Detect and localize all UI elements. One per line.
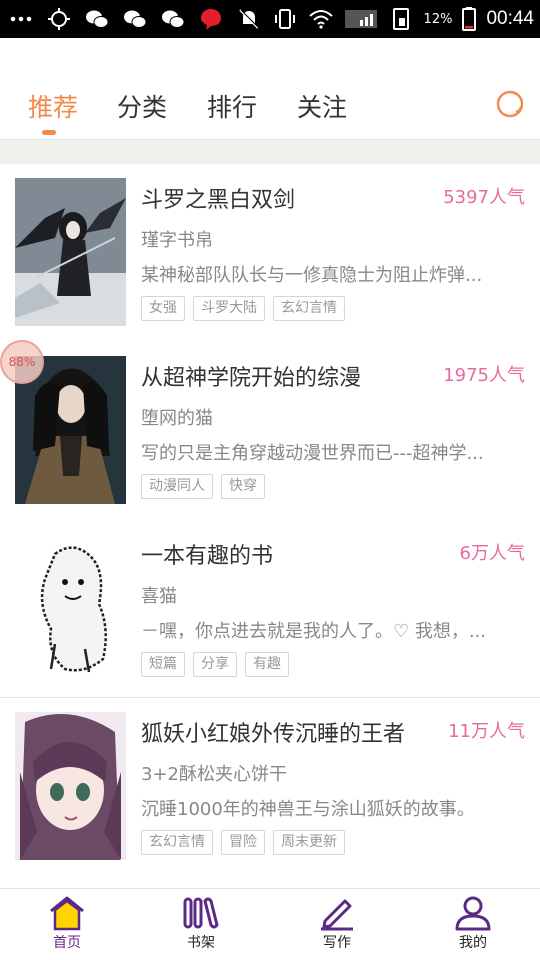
status-bar: 12% 00:44 [0,0,540,38]
search-icon[interactable] [494,88,528,122]
tag[interactable]: 斗罗大陆 [193,296,265,321]
book-description: 沉睡1000年的神兽王与涂山狐妖的故事。 [141,799,475,820]
book-description: －嘿，你点进去就是我的人了。♡ 我想，... [141,621,487,642]
tag[interactable]: 周末更新 [273,830,345,855]
wifi-icon [308,10,333,29]
tab-following[interactable]: 关注 [297,88,347,128]
divider-strip [0,140,540,164]
sim-icon [392,8,409,30]
popularity-count: 11万人气 [448,721,525,742]
book-author[interactable]: 3+2酥松夹心饼干 [141,760,287,786]
tag[interactable]: 快穿 [221,474,265,499]
dots-icon [10,16,32,22]
tab-category[interactable]: 分类 [117,88,167,128]
tag[interactable]: 玄幻言情 [273,296,345,321]
book-description: 某神秘部队队长与一修真隐士为阻止炸弹... [141,265,483,286]
book-item[interactable]: 狐妖小红娘外传沉睡的王者 11万人气 3+2酥松夹心饼干 沉睡1000年的神兽王… [0,698,540,876]
tag[interactable]: 冒险 [221,830,265,855]
book-item[interactable]: 从超神学院开始的综漫 1975人气 堕网的猫 写的只是主角穿越动漫世界而已---… [0,342,540,520]
book-cover[interactable] [15,712,126,860]
tag[interactable]: 动漫同人 [141,474,213,499]
tag-list: 短篇 分享 有趣 [141,652,289,677]
battery-percent: 12% [423,11,453,27]
tag[interactable]: 女强 [141,296,185,321]
tag[interactable]: 短篇 [141,652,185,677]
nav-bookshelf[interactable]: 书架 [156,889,246,960]
nav-bookshelf-label: 书架 [187,935,215,951]
tag-list: 动漫同人 快穿 [141,474,265,499]
nav-home-label: 首页 [53,935,81,951]
tag[interactable]: 分享 [193,652,237,677]
book-item[interactable]: 一本有趣的书 6万人气 喜猫 －嘿，你点进去就是我的人了。♡ 我想，... 短篇… [0,520,540,698]
tag-list: 玄幻言情 冒险 周末更新 [141,830,345,855]
nav-home[interactable]: 首页 [22,889,112,960]
bookshelf-icon [183,897,219,929]
floating-progress-badge[interactable]: 88% [0,340,44,384]
bottom-nav: 首页 书架 写作 我的 [0,888,540,960]
nav-profile[interactable]: 我的 [428,889,518,960]
tab-recommend[interactable]: 推荐 [28,88,78,128]
wechat-icon [124,10,147,28]
battery-icon [462,7,477,31]
nav-profile-label: 我的 [459,935,487,951]
nav-write-label: 写作 [323,935,351,951]
mute-icon [238,9,259,29]
book-description: 写的只是主角穿越动漫世界而已---超神学... [141,443,484,464]
book-author[interactable]: 瑾字书帛 [141,226,213,252]
location-icon [48,8,70,30]
top-tab-bar: 推荐 分类 排行 关注 [0,38,540,140]
popularity-count: 5397人气 [443,187,525,208]
book-cover[interactable] [15,178,126,326]
book-author[interactable]: 喜猫 [141,582,177,608]
popularity-count: 6万人气 [459,543,525,564]
nav-write[interactable]: 写作 [292,889,382,960]
book-list: 斗罗之黑白双剑 5397人气 瑾字书帛 某神秘部队队长与一修真隐士为阻止炸弹..… [0,164,540,876]
tag[interactable]: 玄幻言情 [141,830,213,855]
book-item[interactable]: 斗罗之黑白双剑 5397人气 瑾字书帛 某神秘部队队长与一修真隐士为阻止炸弹..… [0,164,540,342]
tab-ranking[interactable]: 排行 [207,88,257,128]
wechat-icon [162,10,185,28]
tag[interactable]: 有趣 [245,652,289,677]
tag-list: 女强 斗罗大陆 玄幻言情 [141,296,345,321]
book-cover[interactable] [15,534,126,682]
vibrate-icon [274,9,295,29]
wechat-icon [86,10,109,28]
clock: 00:44 [486,8,534,29]
home-icon [50,896,84,931]
book-title[interactable]: 斗罗之黑白双剑 [141,182,295,214]
book-author[interactable]: 堕网的猫 [141,404,213,430]
book-title[interactable]: 狐妖小红娘外传沉睡的王者 [141,716,405,748]
notification-dot-icon [201,9,221,30]
write-icon [321,899,353,931]
tab-active-indicator [42,130,56,135]
signal-icon [344,10,377,28]
book-title[interactable]: 从超神学院开始的综漫 [141,360,361,392]
profile-icon [455,896,491,931]
book-title[interactable]: 一本有趣的书 [141,538,273,570]
popularity-count: 1975人气 [443,365,525,386]
